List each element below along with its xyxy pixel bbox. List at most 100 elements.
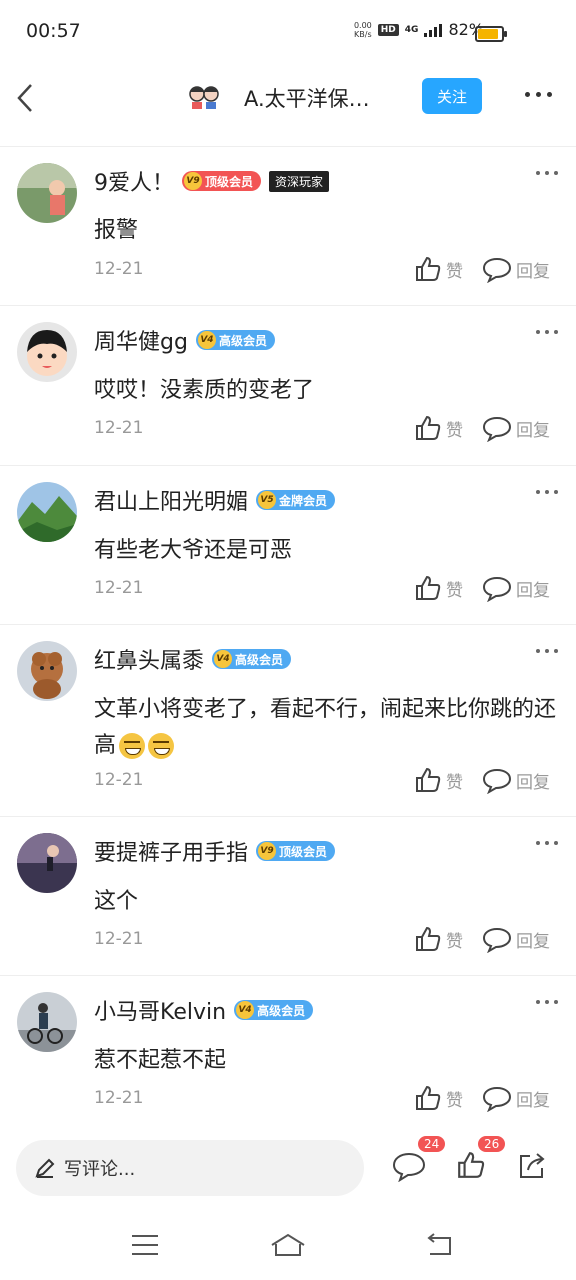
like-count-badge: 26 — [478, 1136, 506, 1152]
comment-header: 红鼻头属黍 V4 高级会员 — [94, 643, 292, 675]
comment-header: 小马哥Kelvin V4 高级会员 — [94, 994, 314, 1026]
like-button[interactable]: 赞 — [414, 574, 463, 602]
status-bar: 00:57 0.00 KB/s HD 4G 82% — [0, 0, 576, 66]
commenter-name[interactable]: 红鼻头属黍 — [94, 643, 204, 675]
like-icon — [416, 1085, 441, 1110]
more-icon[interactable] — [536, 330, 558, 334]
return-icon[interactable] — [424, 1232, 456, 1258]
player-tag: 资深玩家 — [269, 170, 330, 192]
share-icon — [520, 1153, 545, 1178]
member-badge: V4 高级会员 — [212, 649, 292, 669]
comment-text: 哎哎！没素质的变老了 — [94, 378, 315, 403]
commenter-avatar[interactable] — [17, 992, 77, 1052]
comment-icon — [392, 1152, 426, 1183]
share-button[interactable] — [516, 1150, 552, 1186]
like-button[interactable]: 赞 — [414, 925, 463, 953]
comment-item: 要提裤子用手指 V9 顶级会员 这个 12-21 赞 回复 — [0, 817, 576, 976]
reply-icon — [482, 576, 512, 602]
status-time: 00:57 — [26, 20, 81, 42]
comment-header: 要提裤子用手指 V9 顶级会员 — [94, 835, 336, 867]
commenter-avatar[interactable] — [17, 163, 77, 223]
home-icon[interactable] — [270, 1232, 306, 1258]
commenter-name[interactable]: 要提裤子用手指 — [94, 835, 248, 867]
reply-icon — [482, 1086, 512, 1112]
comment-item: 红鼻头属黍 V4 高级会员 文革小将变老了，看起不行，闹起来比你跳的还高 12-2… — [0, 625, 576, 817]
commenter-name[interactable]: 君山上阳光明媚 — [94, 484, 248, 516]
commenter-avatar[interactable] — [17, 833, 77, 893]
comment-count-button[interactable]: 24 — [392, 1136, 446, 1186]
like-button[interactable]: 赞 — [414, 255, 463, 283]
like-icon — [416, 575, 441, 600]
comment-header: 周华健gg V4 高级会员 — [94, 324, 275, 356]
network-type: 4G — [404, 24, 419, 35]
reply-icon — [482, 416, 512, 442]
network-speed: 0.00 KB/s — [353, 20, 372, 39]
write-comment-input[interactable]: 写评论... — [16, 1140, 364, 1196]
comment-header: 9爱人！ V9 顶级会员 资深玩家 — [94, 165, 330, 197]
system-nav-bar — [0, 1214, 576, 1280]
comment-item: 君山上阳光明媚 V5 金牌会员 有些老大爷还是可恶 12-21 赞 回复 — [0, 466, 576, 625]
grin-emoji-icon — [148, 733, 175, 759]
comment-date: 12-21 — [94, 259, 144, 279]
comment-date: 12-21 — [94, 578, 144, 598]
like-button[interactable]: 赞 — [414, 766, 463, 794]
like-icon — [458, 1152, 485, 1178]
member-badge: V5 金牌会员 — [256, 490, 336, 510]
reply-icon — [482, 927, 512, 953]
user-avatar-icon[interactable] — [186, 81, 222, 111]
like-icon — [416, 256, 441, 281]
commenter-name[interactable]: 9爱人！ — [94, 165, 174, 197]
more-icon[interactable] — [536, 1000, 558, 1004]
menu-icon[interactable] — [130, 1232, 160, 1258]
more-icon[interactable] — [536, 841, 558, 845]
comment-action-bar: 写评论... 24 26 — [0, 1122, 576, 1214]
comment-date: 12-21 — [94, 1088, 144, 1108]
comment-date: 12-21 — [94, 770, 144, 790]
member-badge: V9 顶级会员 — [256, 841, 336, 861]
like-button[interactable]: 赞 — [414, 1084, 463, 1112]
commenter-avatar[interactable] — [17, 482, 77, 542]
comment-text: 有些老大爷还是可恶 — [94, 538, 293, 563]
like-count-button[interactable]: 26 — [456, 1136, 506, 1186]
pen-icon — [35, 1158, 55, 1178]
more-icon[interactable] — [525, 92, 552, 97]
comment-header: 君山上阳光明媚 V5 金牌会员 — [94, 484, 336, 516]
grin-emoji-icon — [119, 733, 146, 759]
more-icon[interactable] — [536, 649, 558, 653]
reply-button[interactable]: 回复 — [482, 1084, 550, 1112]
member-badge: V9 顶级会员 — [182, 171, 262, 191]
reply-button[interactable]: 回复 — [482, 255, 550, 283]
reply-button[interactable]: 回复 — [482, 414, 550, 442]
comment-text: 这个 — [94, 889, 139, 914]
like-icon — [416, 415, 441, 440]
battery-icon — [475, 26, 507, 42]
reply-button[interactable]: 回复 — [482, 925, 550, 953]
commenter-name[interactable]: 小马哥Kelvin — [94, 994, 226, 1026]
reply-icon — [482, 257, 512, 283]
comment-text: 报警 — [94, 218, 139, 243]
commenter-avatar[interactable] — [17, 641, 77, 701]
commenter-name[interactable]: 周华健gg — [94, 324, 188, 356]
more-icon[interactable] — [536, 490, 558, 494]
back-icon[interactable] — [14, 82, 38, 114]
member-badge: V4 高级会员 — [234, 1000, 314, 1020]
like-button[interactable]: 赞 — [414, 414, 463, 442]
top-nav-bar: A.太平洋保… 关注 — [0, 66, 576, 147]
reply-button[interactable]: 回复 — [482, 766, 550, 794]
hd-icon: HD — [377, 23, 399, 36]
page-title: A.太平洋保… — [244, 87, 370, 111]
like-icon — [416, 926, 441, 951]
follow-button[interactable]: 关注 — [422, 78, 482, 114]
more-icon[interactable] — [536, 171, 558, 175]
comment-date: 12-21 — [94, 418, 144, 438]
comment-item: 周华健gg V4 高级会员 哎哎！没素质的变老了 12-21 赞 回复 — [0, 306, 576, 466]
comment-text: 文革小将变老了，看起不行，闹起来比你跳的还高 — [94, 697, 557, 759]
reply-button[interactable]: 回复 — [482, 574, 550, 602]
reply-icon — [482, 768, 512, 794]
comment-date: 12-21 — [94, 929, 144, 949]
comment-item: 小马哥Kelvin V4 高级会员 惹不起惹不起 12-21 赞 回复 — [0, 976, 576, 1122]
commenter-avatar[interactable] — [17, 322, 77, 382]
signal-icon — [424, 23, 443, 37]
comment-item: 9爱人！ V9 顶级会员 资深玩家 报警 12-21 赞 回复 — [0, 147, 576, 306]
comment-count-badge: 24 — [418, 1136, 446, 1152]
